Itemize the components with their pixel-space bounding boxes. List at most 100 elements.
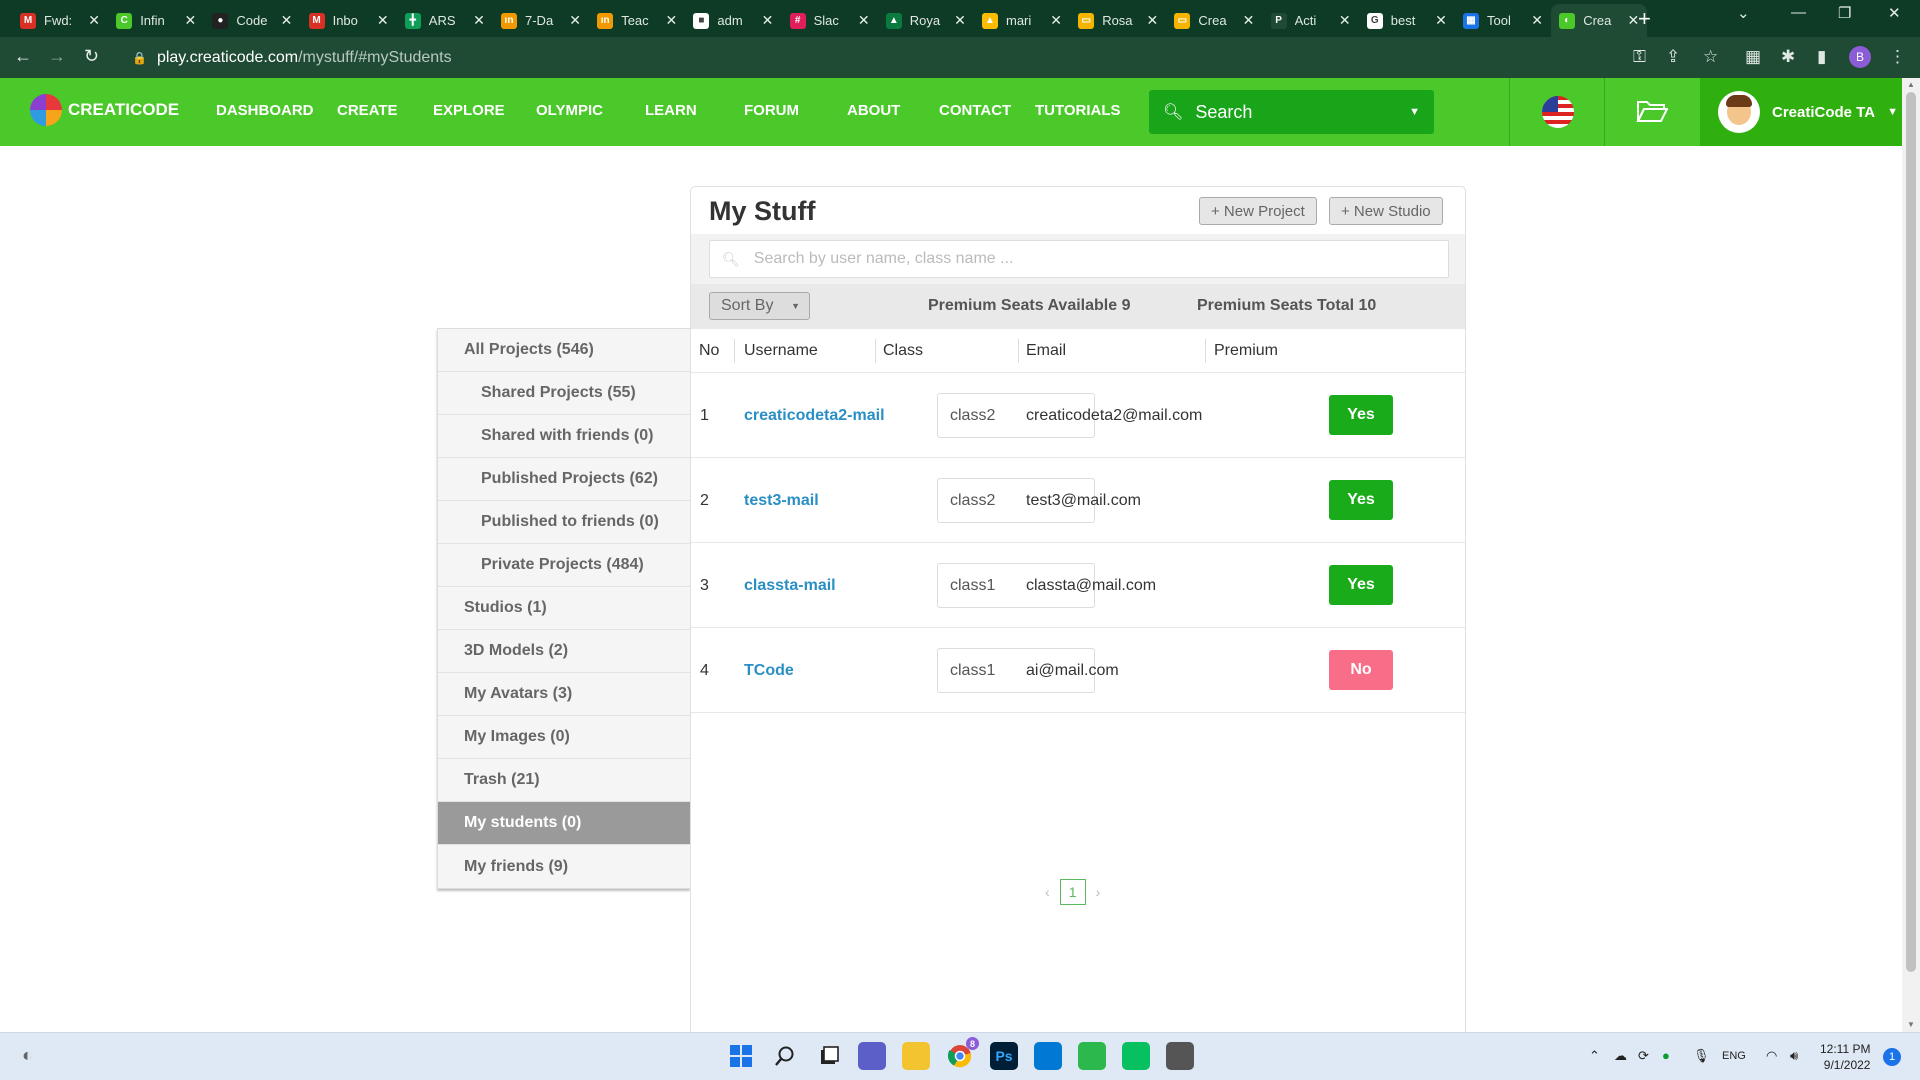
close-tab-icon[interactable]: ✕ [1146, 12, 1158, 29]
task-view-icon[interactable] [815, 1042, 843, 1070]
sidebar-item[interactable]: My Avatars (3) [438, 673, 690, 716]
scroll-down-icon[interactable]: ▼ [1907, 1020, 1915, 1029]
close-tab-icon[interactable]: ✕ [954, 12, 966, 29]
chevron-up-icon[interactable]: ⌃ [1589, 1048, 1600, 1064]
windows-start-icon[interactable] [727, 1042, 755, 1070]
reload-icon[interactable]: ↻ [84, 46, 99, 67]
sidebar-item[interactable]: Published to friends (0) [438, 501, 690, 544]
site-search[interactable]: 🔍︎ Search ▼ [1149, 90, 1434, 134]
sidebar-item[interactable]: Shared Projects (55) [438, 372, 690, 415]
new-studio-button[interactable]: + New Studio [1329, 197, 1443, 225]
browser-tab[interactable]: ▲ Roya ✕ [878, 4, 974, 37]
student-username-link[interactable]: classta-mail [744, 543, 836, 628]
cloud-icon[interactable]: ☁ [1614, 1048, 1627, 1064]
close-window-button[interactable]: ✕ [1888, 4, 1901, 22]
next-page-icon[interactable]: › [1096, 884, 1101, 900]
premium-badge[interactable]: Yes [1329, 395, 1393, 435]
close-tab-icon[interactable]: ✕ [377, 12, 389, 29]
student-search-input[interactable]: 🔍︎ Search by user name, class name ... [709, 240, 1449, 278]
sidebar-item[interactable]: My Images (0) [438, 716, 690, 759]
column-email[interactable]: Email [1026, 329, 1066, 373]
browser-tab[interactable]: ın Teac ✕ [589, 4, 685, 37]
nav-explore[interactable]: EXPLORE [433, 102, 505, 119]
browser-tab[interactable]: M Fwd: ✕ [12, 4, 108, 37]
microphone-icon[interactable]: 🎙︎ [1693, 1048, 1710, 1064]
new-project-button[interactable]: + New Project [1199, 197, 1317, 225]
sidebar-item[interactable]: Published Projects (62) [438, 458, 690, 501]
close-tab-icon[interactable]: ✕ [1531, 12, 1543, 29]
photoshop-icon[interactable]: Ps [990, 1042, 1018, 1070]
close-tab-icon[interactable]: ✕ [1435, 12, 1447, 29]
share-icon[interactable]: ⇪ [1666, 47, 1680, 67]
close-tab-icon[interactable]: ✕ [473, 12, 485, 29]
close-tab-icon[interactable]: ✕ [281, 12, 293, 29]
language-indicator[interactable]: ENG [1722, 1050, 1746, 1062]
extensions-icon[interactable]: ✱ [1781, 47, 1795, 67]
sidebar-item[interactable]: Private Projects (484) [438, 544, 690, 587]
browser-tab[interactable]: ╋ ARS ✕ [397, 4, 493, 37]
nav-forum[interactable]: FORUM [744, 102, 799, 119]
browser-tab[interactable]: P Acti ✕ [1263, 4, 1359, 37]
browser-tab[interactable]: ● Code ✕ [204, 4, 300, 37]
sidebar-item[interactable]: My friends (9) [438, 845, 690, 888]
sync-icon[interactable]: ⟳ [1638, 1048, 1649, 1064]
sidebar-item[interactable]: All Projects (546) [438, 329, 690, 372]
scrollbar-thumb[interactable] [1906, 92, 1916, 972]
column-username[interactable]: Username [744, 329, 818, 373]
browser-tab[interactable]: ▭ Rosa ✕ [1070, 4, 1166, 37]
back-icon[interactable]: ← [14, 46, 32, 67]
file-explorer-icon[interactable] [902, 1042, 930, 1070]
qr-extension-icon[interactable]: ▦ [1745, 47, 1761, 67]
browser-tab[interactable]: # Slac ✕ [782, 4, 878, 37]
creaticode-logo[interactable]: CREATICODE [30, 94, 179, 126]
browser-tab[interactable]: ▦ Tool ✕ [1455, 4, 1551, 37]
prev-page-icon[interactable]: ‹ [1045, 884, 1050, 900]
nav-about[interactable]: ABOUT [847, 102, 900, 119]
system-clock[interactable]: 12:11 PM 9/1/2022 [1820, 1041, 1870, 1073]
teams-chat-icon[interactable] [858, 1042, 886, 1070]
sort-by-dropdown[interactable]: Sort By ▼ [709, 292, 810, 320]
sidebar-item[interactable]: Trash (21) [438, 759, 690, 802]
wifi-icon[interactable]: ◠ [1766, 1048, 1777, 1064]
forward-icon[interactable]: → [48, 46, 66, 67]
bookmark-star-icon[interactable]: ☆ [1703, 47, 1718, 67]
column-class[interactable]: Class [883, 329, 923, 373]
browser-tab[interactable]: ▭ Crea ✕ [1166, 4, 1262, 37]
notification-badge[interactable]: 1 [1883, 1048, 1901, 1066]
premium-badge[interactable]: Yes [1329, 565, 1393, 605]
menu-icon[interactable]: ⋮ [1889, 47, 1906, 67]
widgets-icon[interactable]: ◐ [22, 1045, 33, 1066]
search-icon[interactable] [771, 1042, 799, 1070]
chevron-down-icon[interactable]: ▼ [1409, 106, 1420, 118]
browser-tab[interactable]: ın 7-Da ✕ [493, 4, 589, 37]
nav-create[interactable]: CREATE [337, 102, 398, 119]
column-no[interactable]: No [699, 329, 719, 373]
nav-olympic[interactable]: OLYMPIC [536, 102, 603, 119]
volume-icon[interactable]: 🔊︎ [1790, 1048, 1798, 1064]
close-tab-icon[interactable]: ✕ [569, 12, 581, 29]
close-tab-icon[interactable]: ✕ [1050, 12, 1062, 29]
student-username-link[interactable]: TCode [744, 628, 794, 713]
scroll-up-icon[interactable]: ▲ [1907, 80, 1915, 89]
minimize-button[interactable]: — [1791, 4, 1806, 21]
browser-tab[interactable]: ◐ Crea ✕ [1551, 4, 1648, 37]
camtasia-icon[interactable] [1078, 1042, 1106, 1070]
browser-tab[interactable]: ■ adm ✕ [685, 4, 781, 37]
user-menu[interactable]: CreatiCode TA ▼ [1700, 78, 1902, 146]
browser-tab[interactable]: C Infin ✕ [108, 4, 204, 37]
close-tab-icon[interactable]: ✕ [762, 12, 774, 29]
browser-tab[interactable]: M Inbo ✕ [301, 4, 397, 37]
profile-avatar[interactable]: B [1849, 46, 1871, 68]
student-username-link[interactable]: test3-mail [744, 458, 819, 543]
browser-tab[interactable]: Gbest ✕ [1359, 4, 1455, 37]
restore-button[interactable]: ❐ [1838, 4, 1851, 22]
nav-tutorials[interactable]: TUTORIALS [1035, 102, 1121, 119]
nav-learn[interactable]: LEARN [645, 102, 697, 119]
close-tab-icon[interactable]: ✕ [1243, 12, 1255, 29]
side-panel-icon[interactable]: ▮ [1817, 47, 1826, 67]
premium-badge[interactable]: Yes [1329, 480, 1393, 520]
folder-icon[interactable] [1636, 98, 1668, 124]
sidebar-item[interactable]: My students (0) [438, 802, 690, 845]
remote-desktop-icon[interactable] [1166, 1042, 1194, 1070]
browser-tab[interactable]: ▲ mari ✕ [974, 4, 1070, 37]
